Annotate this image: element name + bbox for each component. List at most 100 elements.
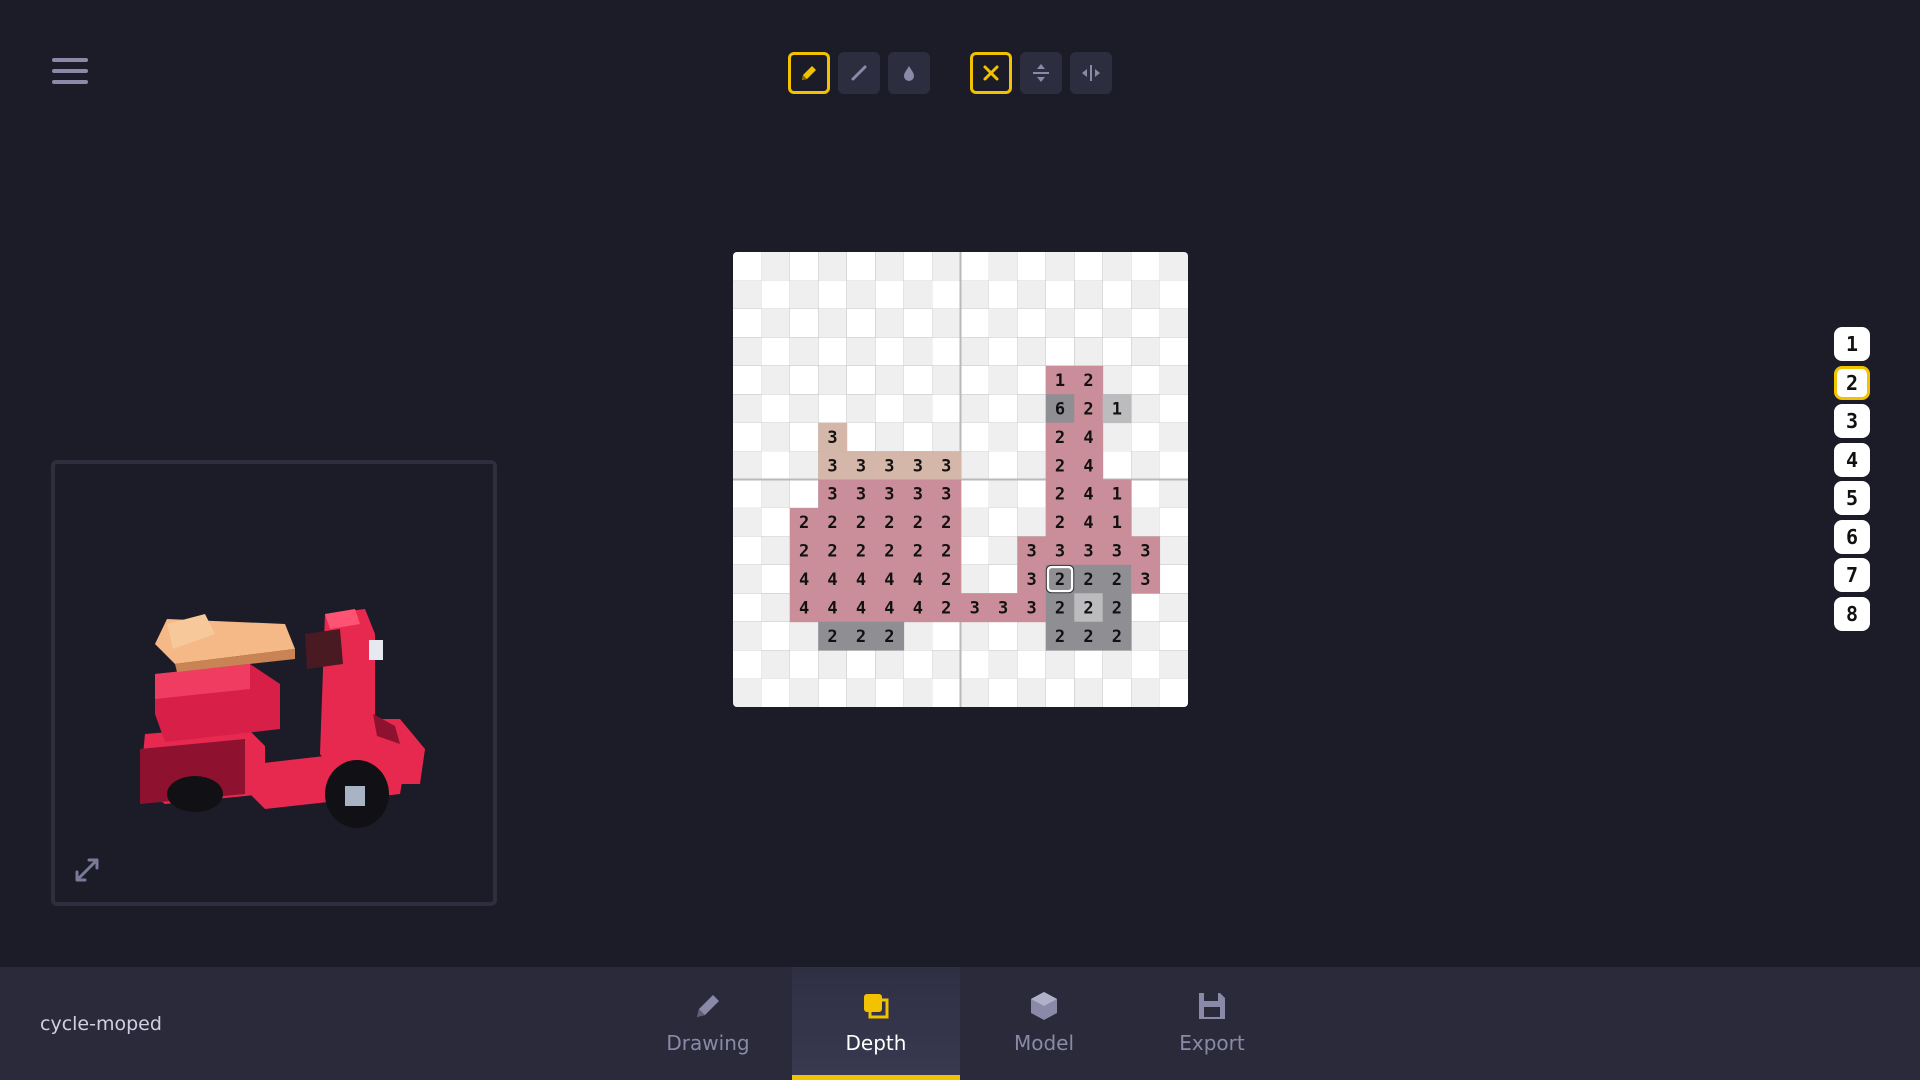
cell-depth-label: 4 bbox=[856, 598, 866, 618]
cell-depth-label: 3 bbox=[1055, 542, 1065, 562]
cell-depth-label: 4 bbox=[884, 598, 894, 618]
cell-depth-label: 3 bbox=[827, 485, 837, 505]
cell-depth-label: 2 bbox=[827, 542, 837, 562]
cell-depth-label: 2 bbox=[1055, 598, 1065, 618]
cell-depth-label: 4 bbox=[913, 570, 923, 590]
depth-level-7[interactable]: 7 bbox=[1834, 558, 1870, 592]
moped-preview-image bbox=[140, 609, 425, 828]
depth-level-8[interactable]: 8 bbox=[1834, 596, 1870, 631]
mirror-off-button[interactable] bbox=[970, 52, 1012, 94]
mirror-toolbar bbox=[970, 52, 1112, 96]
tab-label: Export bbox=[1179, 1031, 1245, 1055]
cell-depth-label: 3 bbox=[1112, 542, 1122, 562]
cell-depth-label: 2 bbox=[827, 513, 837, 533]
cell-depth-label: 4 bbox=[827, 570, 837, 590]
mirror-vertical-icon bbox=[1082, 65, 1100, 81]
depth-level-4[interactable]: 4 bbox=[1834, 442, 1870, 477]
cell-depth-label: 3 bbox=[1026, 570, 1036, 590]
tab-depth[interactable]: Depth bbox=[792, 967, 960, 1080]
cell-depth-label: 2 bbox=[1055, 485, 1065, 505]
depth-layers-icon bbox=[864, 994, 889, 1019]
cell-depth-label: 3 bbox=[827, 428, 837, 448]
cell-depth-label: 4 bbox=[1083, 428, 1093, 448]
cell-depth-label: 3 bbox=[884, 456, 894, 476]
cell-depth-label: 2 bbox=[941, 542, 951, 562]
line-icon bbox=[851, 65, 867, 81]
cell-depth-label: 2 bbox=[1055, 627, 1065, 647]
cell-depth-label: 3 bbox=[884, 485, 894, 505]
file-name: cycle-moped bbox=[40, 1013, 162, 1035]
cell-depth-label: 3 bbox=[1140, 570, 1150, 590]
depth-level-1[interactable]: 1 bbox=[1834, 327, 1870, 361]
pencil-tool-button[interactable] bbox=[788, 52, 830, 94]
cell-depth-label: 3 bbox=[827, 456, 837, 476]
pencil-icon bbox=[697, 995, 719, 1017]
depth-level-3[interactable]: 3 bbox=[1834, 404, 1870, 438]
cell-depth-label: 4 bbox=[827, 598, 837, 618]
tab-export[interactable]: Export bbox=[1128, 967, 1296, 1080]
mirror-vertical-button[interactable] bbox=[1070, 52, 1112, 94]
cell-depth-label: 3 bbox=[941, 485, 951, 505]
menu-button[interactable] bbox=[52, 58, 88, 88]
cell-depth-label: 2 bbox=[941, 513, 951, 533]
fill-drop-icon bbox=[904, 66, 914, 81]
cell-depth-label: 4 bbox=[884, 570, 894, 590]
cell-depth-label: 2 bbox=[1083, 399, 1093, 419]
pixel-grid[interactable]: 1 26 2 12 433 3 3 3 3 2 43 3 3 3 3 2 4 12 2 2 2 2 2 2 4 12 2 2 2 2 2 3 3… bbox=[733, 252, 1188, 707]
cell-depth-label: 2 bbox=[1083, 570, 1093, 590]
tab-label: Drawing bbox=[666, 1031, 750, 1055]
depth-level-6[interactable]: 6 bbox=[1834, 519, 1870, 554]
cell-depth-label: 2 bbox=[799, 513, 809, 533]
line-tool-button[interactable] bbox=[838, 52, 880, 94]
cube-icon bbox=[1031, 992, 1057, 1020]
cell-depth-label: 2 bbox=[1083, 598, 1093, 618]
cell-depth-label: 2 bbox=[1055, 428, 1065, 448]
tab-label: Model bbox=[1013, 1031, 1075, 1055]
cell-depth-label: 2 bbox=[856, 627, 866, 647]
cell-depth-label: 2 bbox=[941, 598, 951, 618]
cell-depth-label: 3 bbox=[970, 598, 980, 618]
cell-depth-label: 1 bbox=[1112, 485, 1122, 505]
depth-canvas[interactable]: 1262124333333243333324122222224122222233… bbox=[733, 252, 1188, 707]
cell-depth-label: 2 bbox=[884, 627, 894, 647]
cell-depth-label: 6 bbox=[1055, 399, 1065, 419]
cell-depth-label: 1 bbox=[1055, 371, 1065, 391]
cell-depth-label: 2 bbox=[884, 542, 894, 562]
mirror-horizontal-icon bbox=[1033, 64, 1049, 82]
depth-level-5[interactable]: 5 bbox=[1834, 481, 1870, 515]
cell-depth-label: 3 bbox=[856, 485, 866, 505]
cell-depth-label: 4 bbox=[799, 598, 809, 618]
cell-depth-label: 3 bbox=[1026, 542, 1036, 562]
cell-depth-label: 2 bbox=[1055, 570, 1065, 590]
cell-depth-label: 2 bbox=[856, 542, 866, 562]
tab-drawing[interactable]: Drawing bbox=[624, 967, 792, 1080]
cell-depth-label: 2 bbox=[1055, 513, 1065, 533]
cell-depth-label: 3 bbox=[941, 456, 951, 476]
cell-depth-label: 4 bbox=[1083, 485, 1093, 505]
cell-depth-label: 2 bbox=[1112, 598, 1122, 618]
menu-icon bbox=[52, 58, 88, 62]
cell-depth-label: 4 bbox=[1083, 456, 1093, 476]
cell-depth-label: 4 bbox=[913, 598, 923, 618]
cell-depth-label: 2 bbox=[1112, 627, 1122, 647]
cell-depth-label: 4 bbox=[1083, 513, 1093, 533]
cell-depth-label: 3 bbox=[998, 598, 1008, 618]
cell-depth-label: 3 bbox=[1026, 598, 1036, 618]
save-icon bbox=[1199, 993, 1225, 1019]
cell-depth-label: 3 bbox=[913, 456, 923, 476]
cell-depth-label: 2 bbox=[1112, 570, 1122, 590]
cell-depth-label: 2 bbox=[1083, 371, 1093, 391]
tab-model[interactable]: Model bbox=[960, 967, 1128, 1080]
cell-depth-label: 2 bbox=[884, 513, 894, 533]
fill-tool-button[interactable] bbox=[888, 52, 930, 94]
expand-icon[interactable] bbox=[73, 856, 101, 888]
cell-depth-label: 2 bbox=[799, 542, 809, 562]
depth-level-2[interactable]: 2 bbox=[1834, 365, 1870, 400]
cell-depth-label: 3 bbox=[1083, 542, 1093, 562]
cell-depth-label: 2 bbox=[913, 513, 923, 533]
model-preview[interactable] bbox=[51, 460, 497, 906]
mirror-horizontal-button[interactable] bbox=[1020, 52, 1062, 94]
cell-depth-label: 2 bbox=[1055, 456, 1065, 476]
pencil-icon bbox=[802, 66, 816, 80]
depth-level-selector: 1 2 3 4 5 6 7 8 bbox=[1834, 327, 1870, 635]
